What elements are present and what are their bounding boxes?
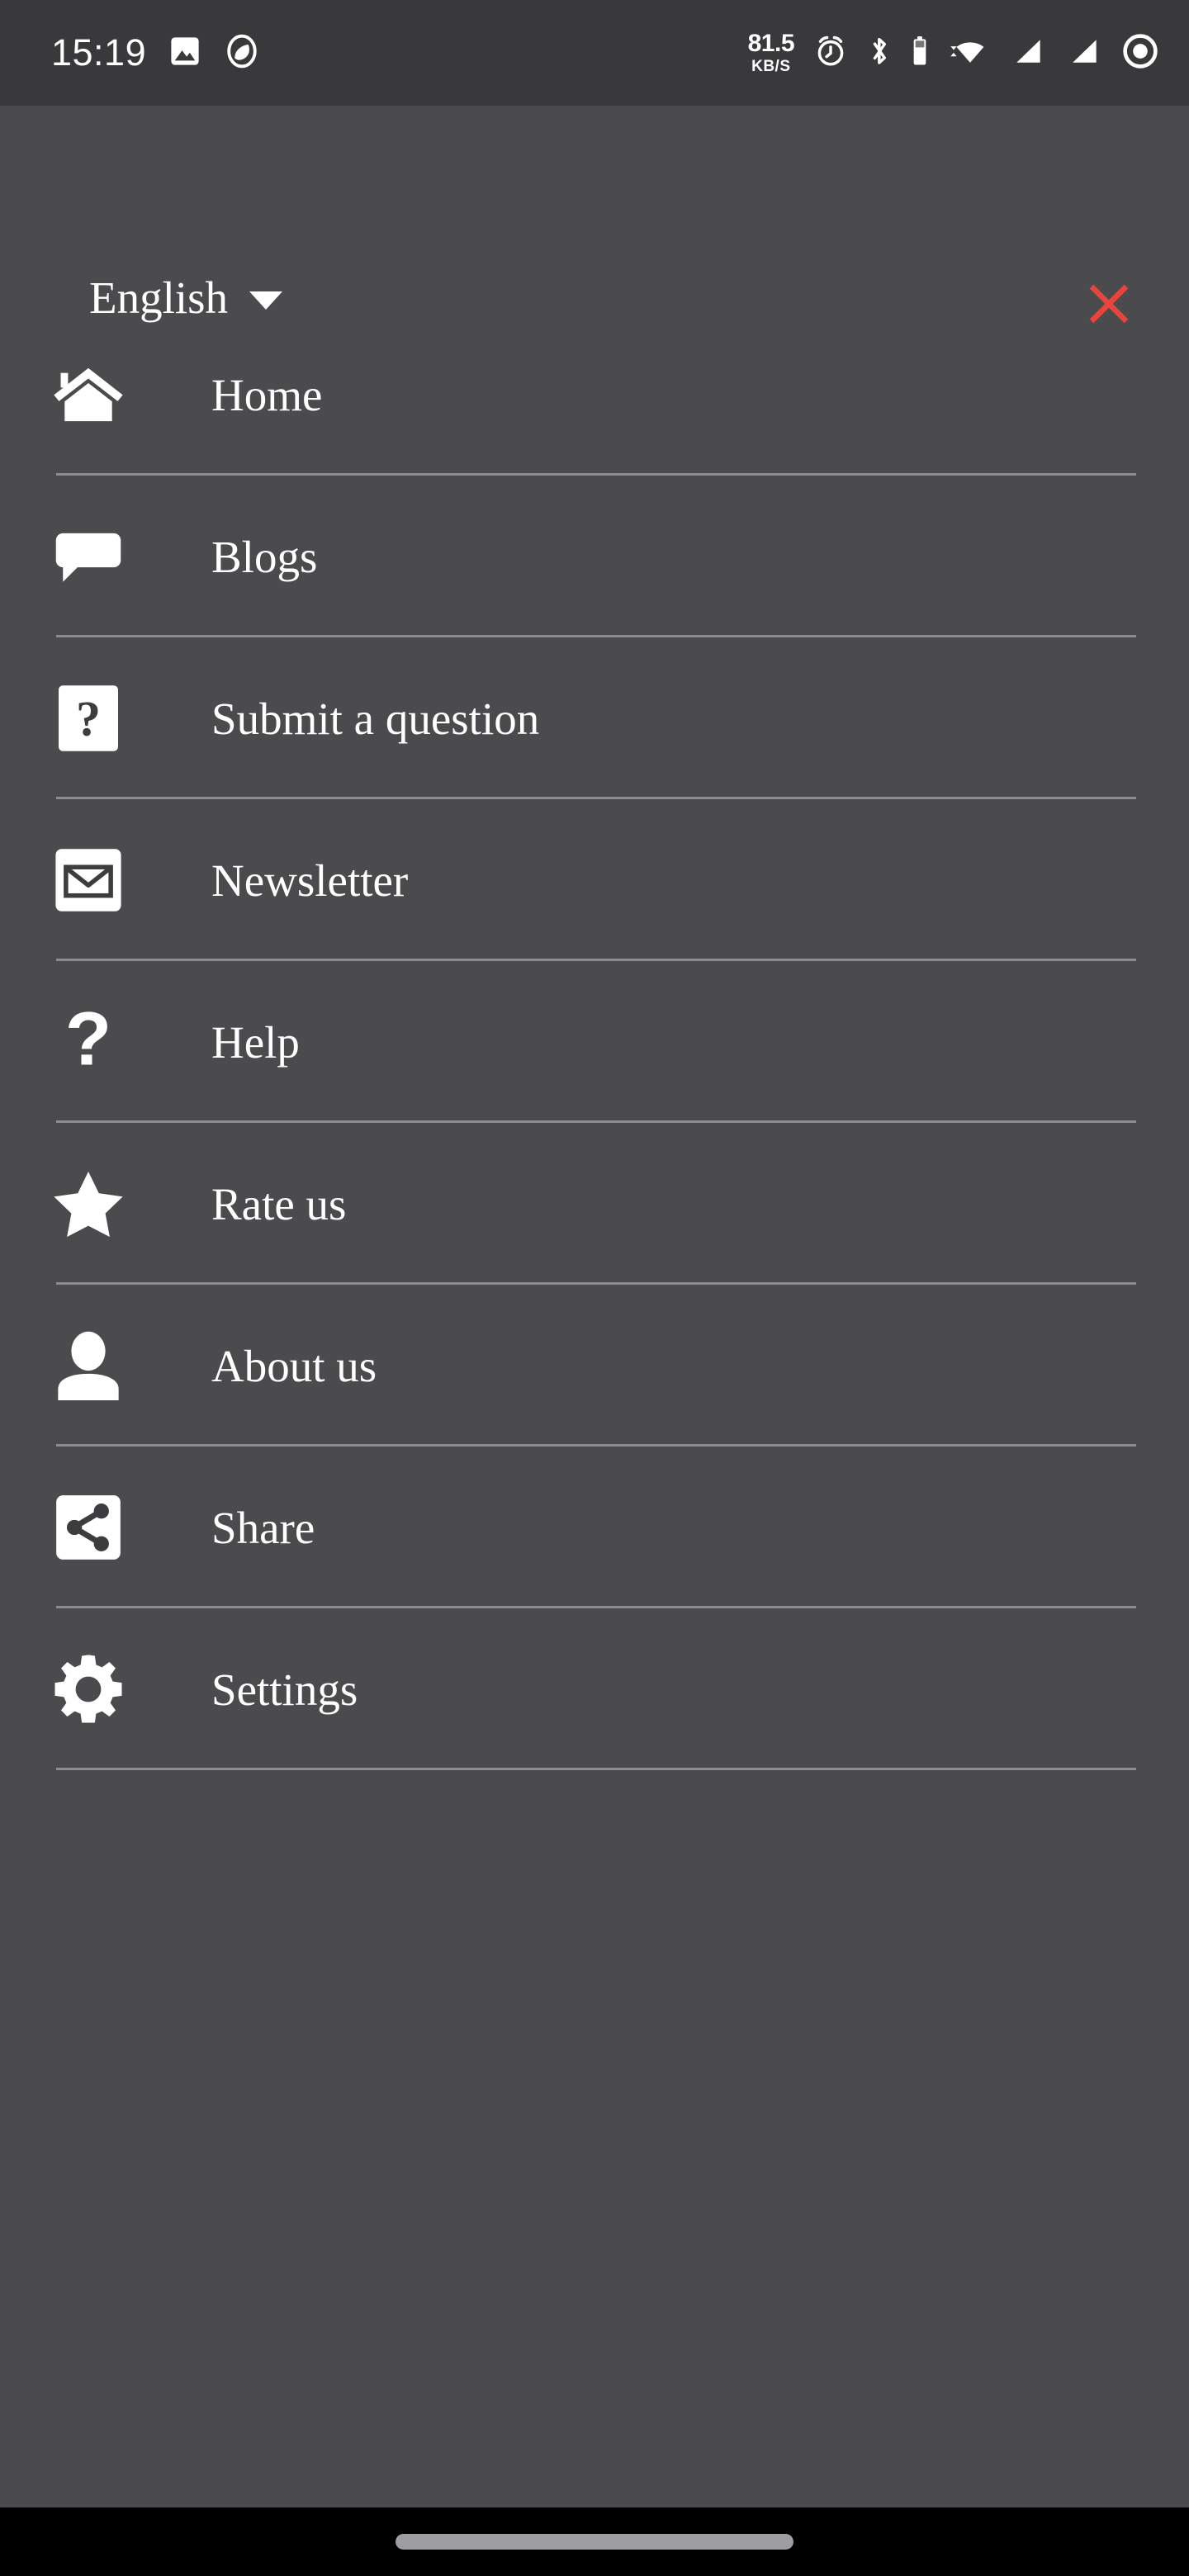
network-speed-unit: KB/S bbox=[751, 58, 791, 75]
menu-item-label: Submit a question bbox=[211, 693, 540, 744]
status-bar-left: 15:19 bbox=[51, 31, 260, 74]
gear-icon bbox=[51, 1650, 126, 1729]
menu-item-label: Help bbox=[211, 1016, 300, 1068]
alarm-icon bbox=[812, 33, 849, 73]
menu-item-label: Settings bbox=[211, 1664, 358, 1715]
menu-item-home[interactable]: Home bbox=[0, 314, 1189, 476]
question-mark-icon: ? bbox=[51, 1002, 126, 1082]
image-icon bbox=[168, 34, 202, 73]
menu-item-label: Blogs bbox=[211, 531, 318, 582]
menu-item-rate-us[interactable]: Rate us bbox=[0, 1123, 1189, 1285]
menu-item-about-us[interactable]: About us bbox=[0, 1285, 1189, 1447]
menu-item-label: About us bbox=[211, 1340, 377, 1391]
record-icon bbox=[1121, 32, 1159, 74]
menu-item-blogs[interactable]: Blogs bbox=[0, 476, 1189, 637]
signal-sim2-icon bbox=[1065, 33, 1103, 73]
signal-sim1-icon bbox=[1009, 33, 1047, 73]
status-bar-clock: 15:19 bbox=[51, 31, 147, 73]
menu-item-share[interactable]: Share bbox=[0, 1447, 1189, 1608]
status-bar-right: 81.5 KB/S bbox=[748, 31, 1159, 74]
drawer-header: English bbox=[0, 106, 1189, 324]
chevron-down-icon bbox=[249, 291, 283, 310]
network-speed-value: 81.5 bbox=[747, 30, 795, 57]
envelope-box-icon bbox=[51, 841, 126, 920]
svg-text:?: ? bbox=[65, 1002, 111, 1082]
battery-icon bbox=[910, 33, 930, 73]
menu-item-newsletter[interactable]: Newsletter bbox=[0, 799, 1189, 961]
menu-item-submit-a-question[interactable]: ? Submit a question bbox=[0, 637, 1189, 799]
menu-item-label: Share bbox=[211, 1502, 315, 1553]
menu-item-label: Rate us bbox=[211, 1178, 347, 1229]
navigation-drawer-menu: Home Blogs ? Submit a question Newslette… bbox=[0, 314, 1189, 1770]
question-box-icon: ? bbox=[51, 679, 126, 758]
bluetooth-icon bbox=[867, 33, 892, 73]
share-box-icon bbox=[51, 1488, 126, 1567]
network-speed-indicator: 81.5 KB/S bbox=[747, 30, 795, 75]
star-icon bbox=[51, 1164, 126, 1243]
menu-item-settings[interactable]: Settings bbox=[0, 1608, 1189, 1770]
menu-item-label: Home bbox=[211, 369, 323, 420]
svg-text:?: ? bbox=[76, 691, 101, 746]
wifi-icon bbox=[948, 33, 991, 73]
app-screen: 15:19 81.5 KB/S English Home Blogs ? Sub… bbox=[0, 0, 1189, 2576]
menu-item-help[interactable]: ? Help bbox=[0, 961, 1189, 1123]
home-icon bbox=[51, 355, 126, 434]
menu-item-label: Newsletter bbox=[211, 855, 409, 906]
system-navigation-bar bbox=[0, 2507, 1189, 2576]
do-not-disturb-icon bbox=[224, 33, 260, 73]
home-indicator[interactable] bbox=[396, 2534, 793, 2550]
person-icon bbox=[51, 1326, 126, 1405]
menu-divider bbox=[56, 1768, 1136, 1770]
chat-bubble-icon bbox=[51, 517, 126, 596]
status-bar: 15:19 81.5 KB/S bbox=[0, 0, 1189, 106]
